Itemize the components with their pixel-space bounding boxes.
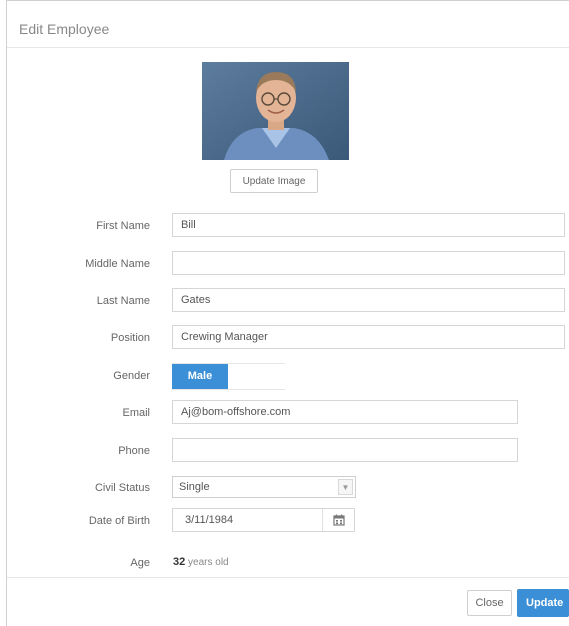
gender-option-female[interactable] (228, 364, 285, 389)
first-name-field[interactable] (172, 213, 565, 237)
update-button[interactable]: Update (517, 589, 569, 617)
employee-photo (202, 62, 349, 160)
modal-header: Edit Employee (7, 1, 569, 48)
middle-name-field[interactable] (172, 251, 565, 275)
gender-toggle: Male (172, 363, 285, 390)
gender-option-male[interactable]: Male (172, 364, 228, 389)
first-name-label: First Name (96, 220, 150, 232)
phone-label: Phone (118, 445, 150, 457)
update-image-button[interactable]: Update Image (230, 169, 318, 193)
modal-title: Edit Employee (19, 21, 110, 37)
date-of-birth-label: Date of Birth (88, 515, 150, 527)
last-name-label: Last Name (96, 295, 150, 307)
age-value: 32 years old (173, 556, 229, 568)
last-name-field[interactable] (172, 288, 565, 312)
civil-status-value: Single (179, 481, 210, 493)
edit-employee-modal: Edit Employee Update Image First Name Bi… (6, 0, 569, 626)
gender-label: Gender (113, 370, 150, 382)
phone-field[interactable] (172, 438, 518, 462)
civil-status-select[interactable]: Single ▼ (172, 476, 356, 498)
close-button[interactable]: Close (467, 590, 512, 616)
calendar-icon (333, 514, 345, 526)
date-of-birth-picker (172, 508, 355, 532)
date-of-birth-field[interactable] (173, 509, 335, 531)
middle-name-label: Middle Name (85, 258, 150, 270)
age-suffix: years old (188, 557, 229, 568)
age-label: Age (130, 557, 150, 569)
chevron-down-icon: ▼ (338, 479, 353, 495)
civil-status-label: Civil Status (94, 482, 150, 494)
position-label: Position (110, 332, 150, 344)
calendar-button[interactable] (322, 509, 354, 531)
age-number: 32 (173, 556, 186, 568)
email-field[interactable] (172, 400, 518, 424)
email-label: Email (122, 407, 150, 419)
position-field[interactable] (172, 325, 565, 349)
portrait-image (202, 62, 349, 160)
